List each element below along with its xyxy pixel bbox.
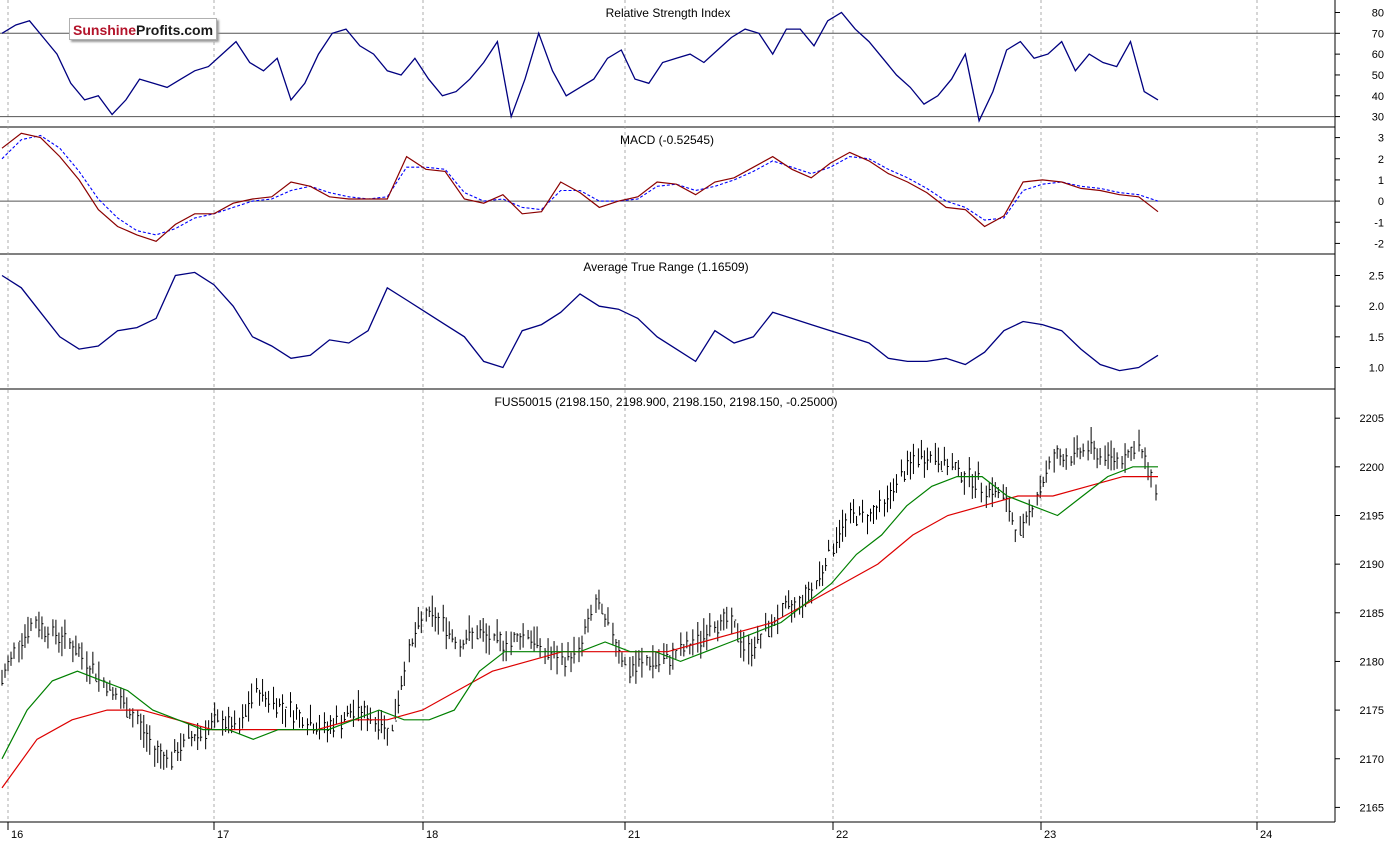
x-tick-label: 23 [1044,829,1056,841]
atr-title: Average True Range (1.16509) [583,260,748,274]
x-tick-label: 21 [628,829,640,841]
macd-panel: MACD (-0.52545) -2 -1 0 1 2 3 [0,132,1384,250]
atr-series-line [1,271,1159,372]
y-tick-label: 50 [1372,70,1384,82]
moving-average-slow-line [1,476,1158,789]
atr-panel: Average True Range (1.16509) 1.0 1.5 2.0 2.… [1,260,1384,375]
y-tick-label: 30 [1372,112,1384,124]
y-tick-label: 2 [1378,154,1384,166]
rsi-title: Relative Strength Index [606,6,731,20]
y-tick-label: 70 [1372,28,1384,40]
y-tick-label: 1.5 [1369,332,1384,344]
logo-part-2: Profits.com [136,22,214,38]
x-tick-label: 18 [426,829,438,841]
y-tick-label: 0 [1378,196,1384,208]
x-tick-label: 24 [1260,829,1272,841]
macd-signal-line [1,134,1159,236]
y-tick-label: -1 [1374,217,1384,229]
grid [0,0,1336,823]
y-tick-label: 2.5 [1369,270,1384,282]
y-tick-label: 2190 [1360,559,1384,571]
y-tick-label: 1.0 [1369,363,1384,375]
y-tick-label: 2185 [1360,608,1384,620]
y-tick-label: 2170 [1360,754,1384,766]
sunshine-profits-logo: SunshineProfits.com [69,18,217,40]
y-tick-label: 2180 [1360,656,1384,668]
y-tick-label: -2 [1374,238,1384,250]
atr-y-axis: 1.0 1.5 2.0 2.5 [1335,270,1384,375]
y-tick-label: 2.0 [1369,301,1384,313]
stock-chart: Relative Strength Index 304050607080 MAC… [0,0,1384,841]
macd-line [1,132,1159,242]
logo-part-1: Sunshine [73,22,137,38]
y-tick-label: 40 [1372,91,1384,103]
price-title: FUS50015 (2198.150, 2198.900, 2198.150, … [495,395,838,409]
x-tick-label: 16 [11,829,23,841]
price-panel: FUS50015 (2198.150, 2198.900, 2198.150, … [1,395,1384,814]
x-axis: 16 17 18 21 22 23 24 [0,821,1335,841]
price-y-axis: 2165 2170 2175 2180 2185 2190 2195 2200 2205 [1335,413,1384,814]
y-tick-label: 2205 [1360,413,1384,425]
macd-title: MACD (-0.52545) [620,133,714,147]
macd-y-axis: -2 -1 0 1 2 3 [1335,133,1384,250]
y-tick-label: 1 [1378,175,1384,187]
y-tick-label: 80 [1372,7,1384,19]
moving-average-fast-line [1,466,1158,760]
y-tick-label: 2200 [1360,462,1384,474]
y-tick-label: 2175 [1360,705,1384,717]
y-tick-label: 2165 [1360,802,1384,814]
y-tick-label: 60 [1372,49,1384,61]
rsi-reference-lines [0,32,1335,118]
x-tick-label: 17 [217,829,229,841]
x-tick-label: 22 [836,829,848,841]
rsi-y-axis: 30 40 50 60 70 80 [1335,7,1384,124]
y-tick-label: 2195 [1360,510,1384,522]
y-tick-label: 3 [1378,133,1384,145]
